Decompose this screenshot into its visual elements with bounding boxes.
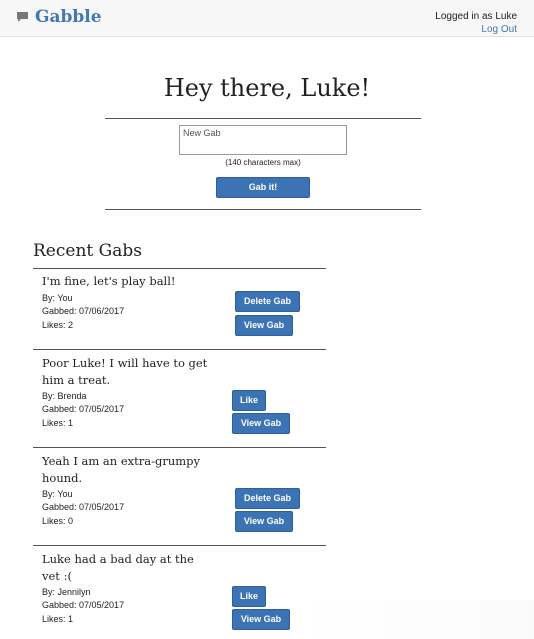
delete-gab-button[interactable]: Delete Gab <box>235 488 300 509</box>
gab-likes: Likes: 1 <box>42 614 74 624</box>
gab-date: Gabbed: 07/06/2017 <box>42 306 125 316</box>
compose-top-divider <box>105 118 421 119</box>
gab-text: Luke had a bad day at the vet :( <box>42 551 217 585</box>
view-gab-button[interactable]: View Gab <box>235 511 293 532</box>
like-button[interactable]: Like <box>232 586 266 607</box>
gab-text-line: Luke had a bad day at the <box>42 552 194 566</box>
like-button[interactable]: Like <box>232 390 266 411</box>
gab-likes: Likes: 0 <box>42 516 74 526</box>
gab-likes: Likes: 1 <box>42 418 74 428</box>
gab-author: By: You <box>42 489 73 499</box>
app-name[interactable]: Gabble <box>35 7 102 27</box>
gab-divider <box>33 447 326 448</box>
gab-divider <box>33 545 326 546</box>
gab-author: By: Jennilyn <box>42 587 91 597</box>
gab-text: Poor Luke! I will have to get him a trea… <box>42 355 217 389</box>
login-status: Logged in as Luke <box>435 11 517 22</box>
gab-text-line: Yeah I am an extra-grumpy <box>42 454 201 468</box>
logout-link[interactable]: Log Out <box>481 24 517 35</box>
gab-text-line: hound. <box>42 471 83 485</box>
gab-text-line: him a treat. <box>42 373 111 387</box>
gab-date: Gabbed: 07/05/2017 <box>42 600 125 610</box>
speech-bubble-icon <box>17 12 28 22</box>
gab-divider <box>33 349 326 350</box>
gab-it-button[interactable]: Gab it! <box>216 177 310 198</box>
page-title: Hey there, Luke! <box>163 74 371 102</box>
gab-date: Gabbed: 07/05/2017 <box>42 404 125 414</box>
gab-text: I'm fine, let's play ball! <box>42 273 217 290</box>
recent-gabs-heading: Recent Gabs <box>33 241 142 261</box>
gab-author: By: You <box>42 293 73 303</box>
top-navbar: Gabble Logged in as Luke Log Out <box>0 0 534 37</box>
gab-likes: Likes: 2 <box>42 320 74 330</box>
new-gab-input[interactable] <box>179 125 347 155</box>
view-gab-button[interactable]: View Gab <box>232 609 290 630</box>
gab-text: Yeah I am an extra-grumpy hound. <box>42 453 217 487</box>
gab-text-line: I'm fine, let's play ball! <box>42 274 176 288</box>
gab-text-line: Poor Luke! I will have to get <box>42 356 208 370</box>
gab-date: Gabbed: 07/05/2017 <box>42 502 125 512</box>
brand[interactable]: Gabble <box>16 7 102 27</box>
gab-author: By: Brenda <box>42 391 87 401</box>
character-limit-note: (140 characters max) <box>225 158 301 167</box>
compose-bottom-divider <box>105 209 421 210</box>
bottom-fade <box>300 600 534 639</box>
view-gab-button[interactable]: View Gab <box>235 315 293 336</box>
gab-text-line: vet :( <box>42 569 72 583</box>
gab-divider <box>33 268 326 269</box>
delete-gab-button[interactable]: Delete Gab <box>235 291 300 312</box>
view-gab-button[interactable]: View Gab <box>232 413 290 434</box>
